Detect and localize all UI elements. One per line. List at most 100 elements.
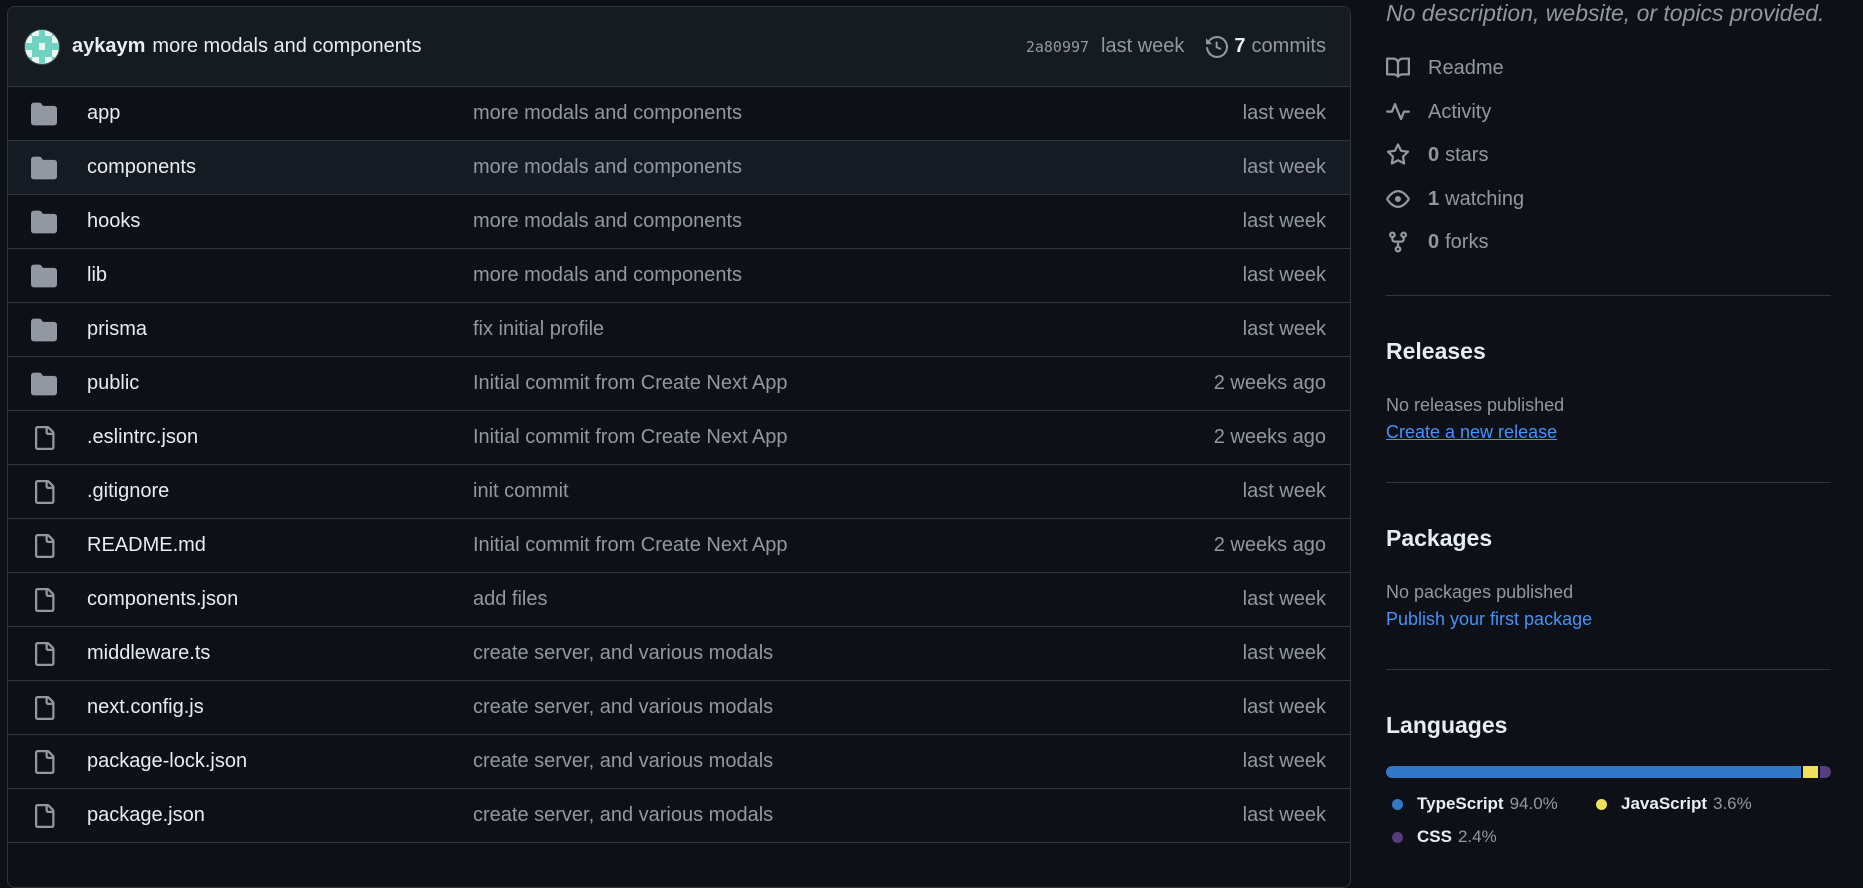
file-commit-message-link[interactable]: create server, and various modals xyxy=(473,804,773,827)
file-commit-message-link[interactable]: create server, and various modals xyxy=(473,750,773,773)
file-commit-message-link[interactable]: more modals and components xyxy=(473,210,742,233)
stars-label: stars xyxy=(1445,143,1489,166)
file-commit-message-link[interactable]: Initial commit from Create Next App xyxy=(473,426,788,449)
file-commit-time: last week xyxy=(1242,318,1326,340)
folder-icon xyxy=(30,370,58,398)
stars-link[interactable]: 0 stars xyxy=(1386,143,1488,167)
language-css[interactable]: CSS 2.4% xyxy=(1392,827,1497,847)
divider xyxy=(1386,482,1831,483)
commits-history-link[interactable]: 7 commits xyxy=(1206,35,1326,58)
javascript-dot xyxy=(1596,798,1607,810)
file-commit-time: last week xyxy=(1242,210,1326,232)
readme-link[interactable]: Readme xyxy=(1386,56,1504,80)
file-name-link[interactable]: components.json xyxy=(87,588,238,611)
stars-count: 0 xyxy=(1428,143,1440,166)
create-release-link[interactable]: Create a new release xyxy=(1386,422,1557,443)
file-row[interactable]: lib more modals and components last week xyxy=(8,249,1350,303)
divider xyxy=(1386,669,1831,670)
folder-icon xyxy=(30,316,58,344)
book-icon xyxy=(1386,57,1410,78)
watching-label: watching xyxy=(1445,187,1525,210)
file-name-link[interactable]: .gitignore xyxy=(87,480,169,503)
file-name-link[interactable]: lib xyxy=(87,264,107,287)
folder-icon xyxy=(30,262,58,290)
watchers-link[interactable]: 1 watching xyxy=(1386,187,1524,211)
activity-link[interactable]: Activity xyxy=(1386,100,1491,124)
file-commit-message-link[interactable]: more modals and components xyxy=(473,102,742,125)
file-row[interactable]: package.json create server, and various m… xyxy=(8,789,1350,843)
packages-title[interactable]: Packages xyxy=(1386,525,1492,552)
file-row[interactable]: prisma fix initial profile last week xyxy=(8,303,1350,357)
language-name: JavaScript xyxy=(1621,794,1707,813)
file-row[interactable]: middleware.ts create server, and various … xyxy=(8,627,1350,681)
file-commit-message-link[interactable]: more modals and components xyxy=(473,264,742,287)
file-commit-message-link[interactable]: more modals and components xyxy=(473,156,742,179)
file-commit-time: last week xyxy=(1242,480,1326,502)
history-icon xyxy=(1206,35,1229,58)
file-row[interactable]: package-lock.json create server, and vari… xyxy=(8,735,1350,789)
file-name-link[interactable]: components xyxy=(87,156,196,179)
file-row[interactable]: .eslintrc.json Initial commit from Create… xyxy=(8,411,1350,465)
forks-label: forks xyxy=(1445,230,1489,253)
folder-icon xyxy=(30,154,58,182)
watching-count: 1 xyxy=(1428,187,1440,210)
file-name-link[interactable]: README.md xyxy=(87,534,206,557)
file-commit-time: last week xyxy=(1242,102,1326,124)
file-row[interactable]: components.json add files last week xyxy=(8,573,1350,627)
file-commit-message-link[interactable]: fix initial profile xyxy=(473,318,604,341)
language-bar-segment xyxy=(1386,766,1801,778)
file-name-link[interactable]: public xyxy=(87,372,139,395)
commit-time: last week xyxy=(1101,35,1185,57)
file-commit-message-link[interactable]: Initial commit from Create Next App xyxy=(473,534,788,557)
file-icon xyxy=(30,424,58,452)
language-bar-segment xyxy=(1820,766,1831,778)
file-commit-time: last week xyxy=(1242,588,1326,610)
file-commit-message-link[interactable]: create server, and various modals xyxy=(473,696,773,719)
file-commit-time: last week xyxy=(1242,804,1326,826)
file-commit-message-link[interactable]: create server, and various modals xyxy=(473,642,773,665)
folder-icon xyxy=(30,100,58,128)
file-name-link[interactable]: app xyxy=(87,102,120,125)
css-dot xyxy=(1392,831,1403,843)
commit-author-link[interactable]: aykaym xyxy=(72,35,145,58)
commits-label: commits xyxy=(1251,35,1326,57)
language-javascript[interactable]: JavaScript 3.6% xyxy=(1596,794,1752,814)
file-commit-message-link[interactable]: init commit xyxy=(473,480,569,503)
forks-link[interactable]: 0 forks xyxy=(1386,230,1488,254)
avatar[interactable] xyxy=(24,28,60,65)
file-row[interactable]: .gitignore init commit last week xyxy=(8,465,1350,519)
about-description: No description, website, or topics provi… xyxy=(1386,0,1825,26)
file-commit-time: 2 weeks ago xyxy=(1213,372,1326,394)
file-name-link[interactable]: .eslintrc.json xyxy=(87,426,198,449)
file-row[interactable]: components more modals and components last… xyxy=(8,141,1350,195)
file-row[interactable]: next.config.js create server, and various… xyxy=(8,681,1350,735)
file-name-link[interactable]: next.config.js xyxy=(87,696,204,719)
file-commit-message-link[interactable]: add files xyxy=(473,588,548,611)
language-percent: 3.6% xyxy=(1713,794,1752,813)
file-name-link[interactable]: package-lock.json xyxy=(87,750,247,773)
file-commit-time: last week xyxy=(1242,696,1326,718)
file-row[interactable]: app more modals and components last week xyxy=(8,87,1350,141)
file-icon xyxy=(30,586,58,614)
file-row[interactable]: README.md Initial commit from Create Next… xyxy=(8,519,1350,573)
publish-package-link[interactable]: Publish your first package xyxy=(1386,609,1592,630)
file-name-link[interactable]: hooks xyxy=(87,210,140,233)
fork-icon xyxy=(1389,231,1407,253)
file-icon xyxy=(30,802,58,830)
eye-icon xyxy=(1386,190,1410,208)
file-name-link[interactable]: package.json xyxy=(87,804,205,827)
file-row[interactable]: hooks more modals and components last week xyxy=(8,195,1350,249)
file-name-link[interactable]: middleware.ts xyxy=(87,642,210,665)
activity-label: Activity xyxy=(1428,100,1492,123)
file-icon xyxy=(30,694,58,722)
releases-title[interactable]: Releases xyxy=(1386,338,1486,365)
language-name: CSS xyxy=(1417,827,1452,846)
file-name-link[interactable]: prisma xyxy=(87,318,147,341)
commit-sha-link[interactable]: 2a80997 xyxy=(1026,38,1089,56)
file-commit-time: last week xyxy=(1242,264,1326,286)
file-commit-message-link[interactable]: Initial commit from Create Next App xyxy=(473,372,788,395)
file-row[interactable]: public Initial commit from Create Next Ap… xyxy=(8,357,1350,411)
pulse-icon xyxy=(1386,103,1410,121)
language-typescript[interactable]: TypeScript 94.0% xyxy=(1392,794,1558,814)
commit-message-link[interactable]: more modals and components xyxy=(152,35,421,58)
